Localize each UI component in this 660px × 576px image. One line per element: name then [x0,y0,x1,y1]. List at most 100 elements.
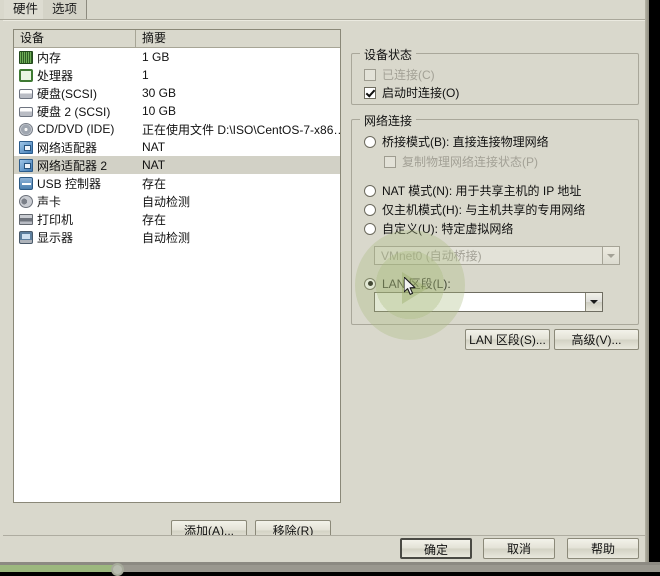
progress-fill [0,565,118,572]
ok-button[interactable]: 确定 [400,538,472,559]
cancel-button[interactable]: 取消 [483,538,555,559]
table-row[interactable]: CD/DVD (IDE) 正在使用文件 D:\ISO\CentOS-7-x86… [14,120,340,138]
radio-host-only-label: 仅主机模式(H): 与主机共享的专用网络 [382,203,586,217]
tab-strip: 硬件 选项 [0,0,649,20]
device-list[interactable]: 设备 摘要 内存 1 GB 处理器 1 硬盘(SCSI) 30 GB 硬盘 2 … [13,29,341,503]
column-header-summary[interactable]: 摘要 [136,30,340,47]
device-cell: CD/DVD (IDE) [14,122,136,136]
radio-lan-segment-row[interactable]: LAN 区段(L): [364,275,451,292]
radio-host-only-row[interactable]: 仅主机模式(H): 与主机共享的专用网络 [364,201,585,218]
table-row[interactable]: 网络适配器 NAT [14,138,340,156]
radio-custom-row[interactable]: 自定义(U): 特定虚拟网络 [364,220,513,237]
device-summary: 自动检测 [142,194,191,209]
table-row[interactable]: 显示器 自动检测 [14,228,340,246]
device-summary: 30 GB [142,86,177,100]
device-list-header: 设备 摘要 [14,30,340,48]
radio-icon[interactable] [364,222,376,235]
network-adapter-icon [19,158,33,172]
radio-selected-icon[interactable] [364,277,376,290]
lan-segment-select[interactable] [374,292,603,312]
device-cell: USB 控制器 [14,175,136,192]
radio-icon[interactable] [364,203,376,216]
device-name: CD/DVD (IDE) [37,122,115,136]
radio-bridged-label: 桥接模式(B): 直接连接物理网络 [382,135,549,149]
table-row[interactable]: 硬盘 2 (SCSI) 10 GB [14,102,340,120]
dialog-content: 设备 摘要 内存 1 GB 处理器 1 硬盘(SCSI) 30 GB 硬盘 2 … [3,20,646,541]
device-summary: 正在使用文件 D:\ISO\CentOS-7-x86… [142,122,340,137]
device-cell: 处理器 [14,67,136,84]
device-summary: 1 GB [142,50,170,64]
device-status-title: 设备状态 [360,46,417,63]
connected-checkbox-row[interactable]: 已连接(C) [364,66,435,83]
cddvd-icon [19,122,33,136]
checkbox-icon[interactable] [364,68,376,81]
table-row-selected[interactable]: 网络适配器 2 NAT [14,156,340,174]
device-cell: 内存 [14,49,136,66]
progress-handle[interactable] [111,563,124,576]
table-row[interactable]: 打印机 存在 [14,210,340,228]
device-cell: 打印机 [14,211,136,228]
custom-network-select[interactable]: VMnet0 (自动桥接) [374,246,620,265]
screen: 硬件 选项 设备 摘要 内存 1 GB 处理器 1 硬盘(SCSI) 30 GB… [0,0,660,576]
checkbox-checked-icon[interactable] [364,86,376,99]
device-status-group: 设备状态 已连接(C) 启动时连接(O) [351,46,639,105]
tab-hardware[interactable]: 硬件 [4,0,49,20]
connect-at-power-on-label: 启动时连接(O) [382,86,460,100]
device-name: 显示器 [37,230,74,245]
connected-label: 已连接(C) [382,68,435,82]
column-header-device[interactable]: 设备 [14,30,136,47]
device-summary: NAT [142,140,166,154]
usb-controller-icon [19,176,33,190]
bottom-progress-bar[interactable] [0,562,660,576]
device-cell: 硬盘(SCSI) [14,85,136,102]
memory-icon [19,50,33,64]
tab-options-label: 选项 [52,2,78,16]
dialog-right-edge [645,0,649,562]
network-adapter-icon [19,140,33,154]
radio-nat-row[interactable]: NAT 模式(N): 用于共享主机的 IP 地址 [364,182,581,199]
radio-icon[interactable] [364,184,376,197]
device-name: 声卡 [37,194,62,209]
device-cell: 硬盘 2 (SCSI) [14,103,136,120]
replicate-physical-state-row[interactable]: 复制物理网络连接状态(P) [384,153,538,170]
device-cell: 声卡 [14,193,136,210]
harddisk-icon [19,89,33,99]
checkbox-icon[interactable] [384,155,396,168]
device-summary: 存在 [142,212,167,227]
display-icon [19,230,33,244]
tab-hardware-label: 硬件 [13,2,39,16]
device-cell: 显示器 [14,229,136,246]
network-connection-title: 网络连接 [360,112,417,129]
connect-at-power-on-checkbox-row[interactable]: 启动时连接(O) [364,84,459,101]
custom-network-value: VMnet0 (自动桥接) [381,249,482,263]
table-row[interactable]: USB 控制器 存在 [14,174,340,192]
table-row[interactable]: 内存 1 GB [14,48,340,66]
device-summary: 1 [142,68,149,82]
help-button[interactable]: 帮助 [567,538,639,559]
advanced-button[interactable]: 高级(V)... [554,329,639,350]
device-name: 打印机 [37,212,74,227]
chevron-down-icon[interactable] [602,247,619,264]
replicate-physical-state-label: 复制物理网络连接状态(P) [402,155,538,169]
device-name: 处理器 [37,68,74,83]
lan-segments-button[interactable]: LAN 区段(S)... [465,329,550,350]
device-cell: 网络适配器 [14,139,136,156]
table-row[interactable]: 硬盘(SCSI) 30 GB [14,84,340,102]
radio-nat-label: NAT 模式(N): 用于共享主机的 IP 地址 [382,184,582,198]
table-row[interactable]: 处理器 1 [14,66,340,84]
device-cell: 网络适配器 2 [14,157,136,174]
device-name: 硬盘(SCSI) [37,86,98,101]
radio-lan-segment-label: LAN 区段(L): [382,277,451,291]
radio-icon[interactable] [364,135,376,148]
vm-settings-dialog: 硬件 选项 设备 摘要 内存 1 GB 处理器 1 硬盘(SCSI) 30 GB… [0,0,649,562]
tab-options[interactable]: 选项 [43,0,88,20]
device-summary: 自动检测 [142,230,191,245]
radio-bridged-row[interactable]: 桥接模式(B): 直接连接物理网络 [364,133,549,150]
device-name: 网络适配器 2 [37,158,108,173]
radio-custom-label: 自定义(U): 特定虚拟网络 [382,222,514,236]
device-name: USB 控制器 [37,176,102,191]
printer-icon [19,214,33,225]
device-summary: 10 GB [142,104,177,118]
table-row[interactable]: 声卡 自动检测 [14,192,340,210]
chevron-down-icon[interactable] [585,293,602,311]
